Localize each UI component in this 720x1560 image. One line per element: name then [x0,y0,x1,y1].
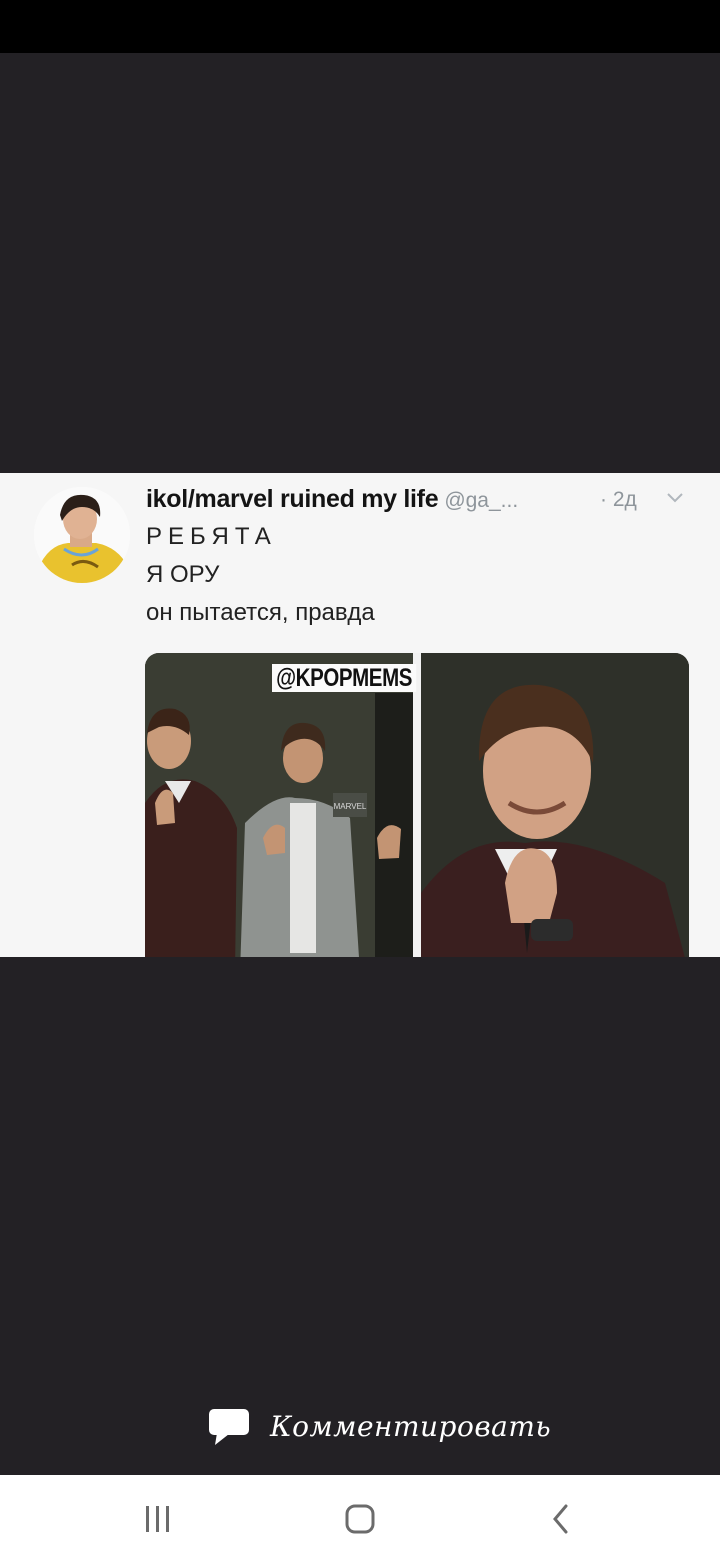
recents-icon[interactable] [138,1499,178,1539]
tweet-display-name: ikol/marvel ruined my life [146,485,439,513]
marvel-sign-text: MARVEL [334,802,367,811]
tweet-text-line: Я ОРУ [146,561,220,588]
comment-action[interactable]: Комментировать [0,1395,720,1465]
home-icon[interactable] [340,1499,380,1539]
comment-label: Комментировать [270,1410,552,1443]
back-icon[interactable] [542,1499,582,1539]
avatar [34,487,130,583]
tweet-time: · 2д [600,488,637,511]
system-nav-bar [0,1475,720,1560]
tweet-text-line: он пытается, правда [146,599,375,626]
tweet-media-photo: MARVEL [145,653,689,957]
tweet-handle: @ga_... [444,489,519,512]
tweet-text-line: РЕБЯТА [146,523,277,550]
tweet-screenshot-image[interactable]: ikol/marvel ruined my life @ga_... · 2д Р… [0,473,720,957]
watermark-label: @KPOPMEMS [272,664,417,692]
chevron-down-icon [666,485,684,511]
speech-bubble-icon [207,1407,251,1447]
status-bar [0,0,720,53]
tweet-header: ikol/marvel ruined my life @ga_... · 2д [146,485,706,521]
